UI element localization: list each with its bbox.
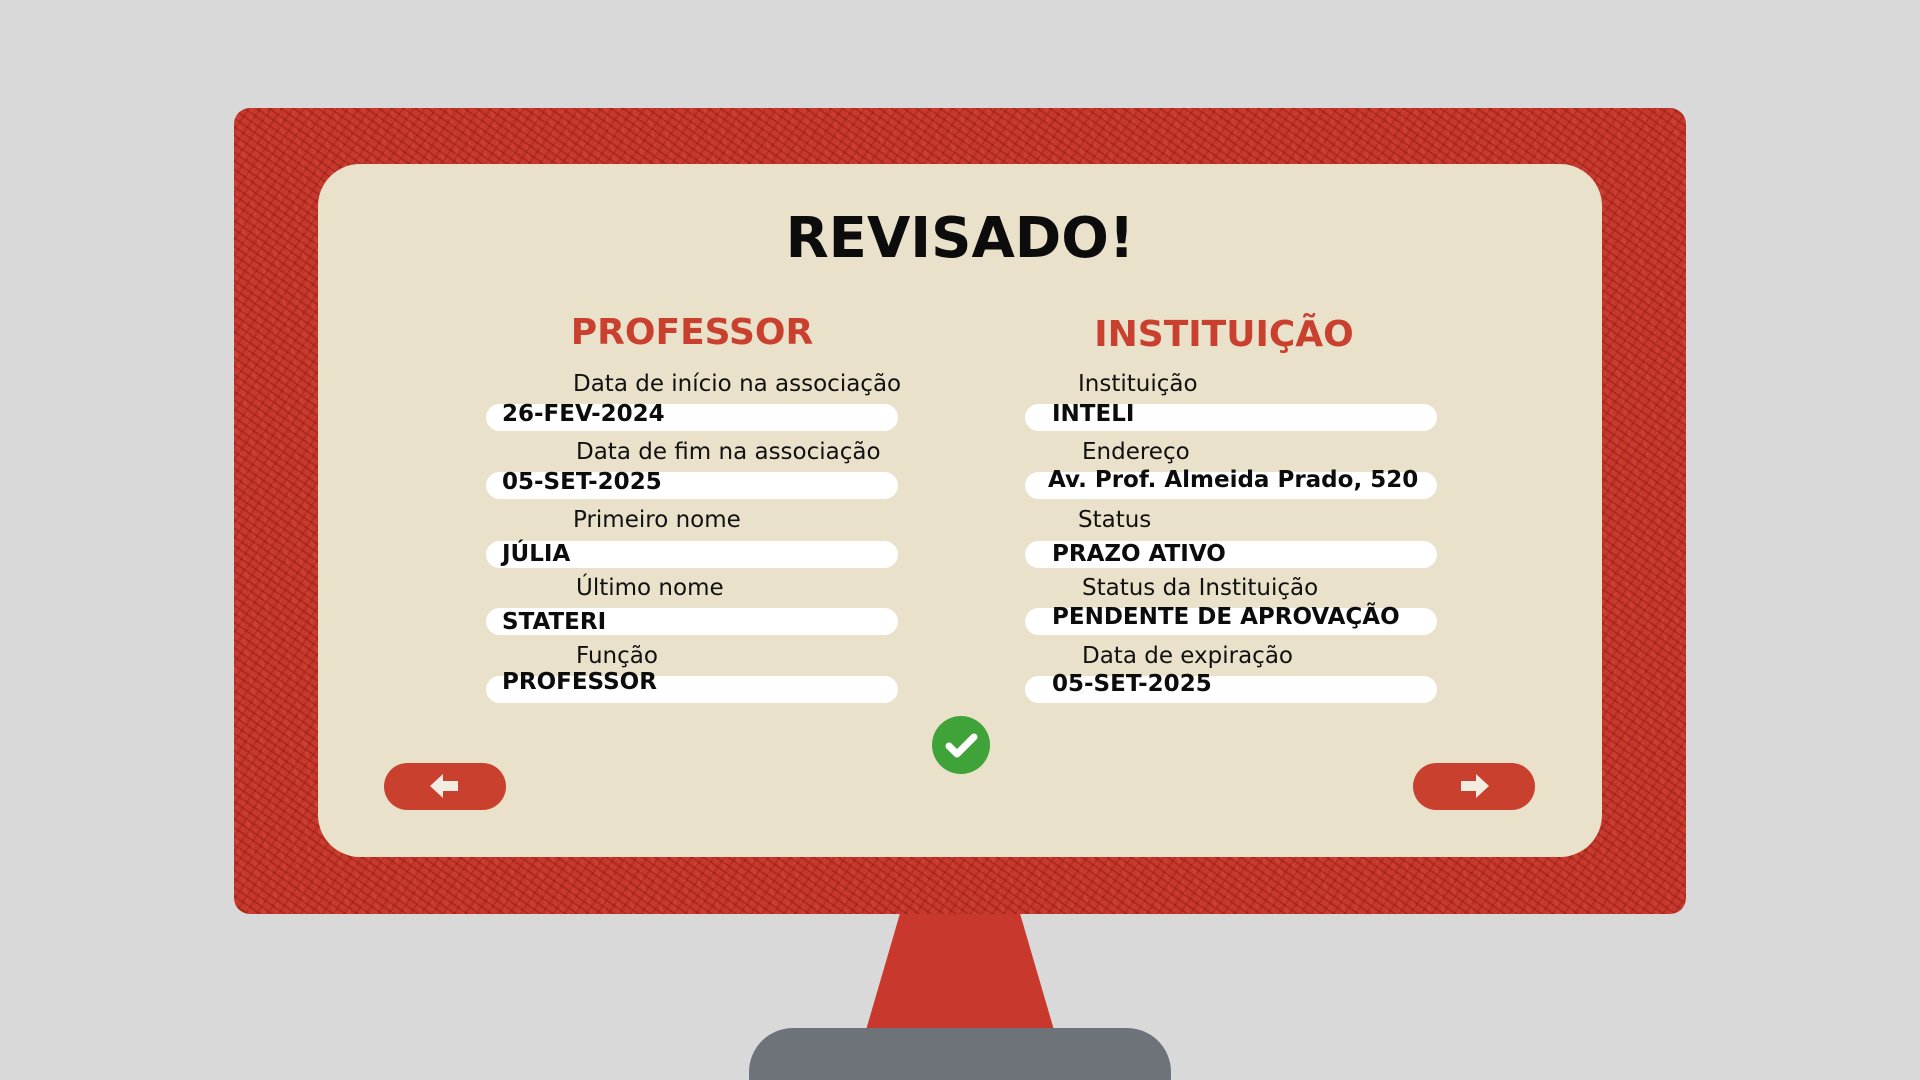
institution-label: Instituição [1078,371,1198,397]
status-label: Status [1078,507,1152,533]
arrow-left-icon [430,774,458,798]
last-name-value: STATERI [502,609,607,635]
institution-value: INTELI [1052,401,1135,427]
start-date-label: Data de início na associação [573,371,902,397]
stage: REVISADO! PROFESSOR Data de início na as… [0,0,1920,1080]
status-value: PRAZO ATIVO [1052,541,1226,567]
check-circle-icon[interactable] [932,716,990,774]
end-date-label: Data de fim na associação [576,439,881,465]
address-label: Endereço [1082,439,1190,465]
institution-heading: INSTITUIÇÃO [1094,314,1354,355]
institution-status-value: PENDENTE DE APROVAÇÃO [1052,604,1400,630]
expiration-date-value: 05-SET-2025 [1052,671,1212,697]
last-name-label: Último nome [576,575,724,601]
monitor-stand-base [749,1028,1171,1080]
first-name-label: Primeiro nome [573,507,741,533]
address-value: Av. Prof. Almeida Prado, 520 [1048,467,1419,493]
role-value: PROFESSOR [502,669,657,695]
page-title: REVISADO! [785,206,1135,271]
first-name-value: JÚLIA [502,541,571,567]
end-date-value: 05-SET-2025 [502,469,662,495]
arrow-right-icon [1461,774,1489,798]
back-button[interactable] [384,763,506,810]
start-date-value: 26-FEV-2024 [502,401,665,427]
review-screen: REVISADO! PROFESSOR Data de início na as… [318,164,1602,857]
role-label: Função [576,643,658,669]
next-button[interactable] [1413,763,1535,810]
professor-heading: PROFESSOR [570,312,814,353]
institution-status-label: Status da Instituição [1082,575,1319,601]
expiration-date-label: Data de expiração [1082,643,1293,669]
monitor-stand-neck [866,914,1054,1030]
